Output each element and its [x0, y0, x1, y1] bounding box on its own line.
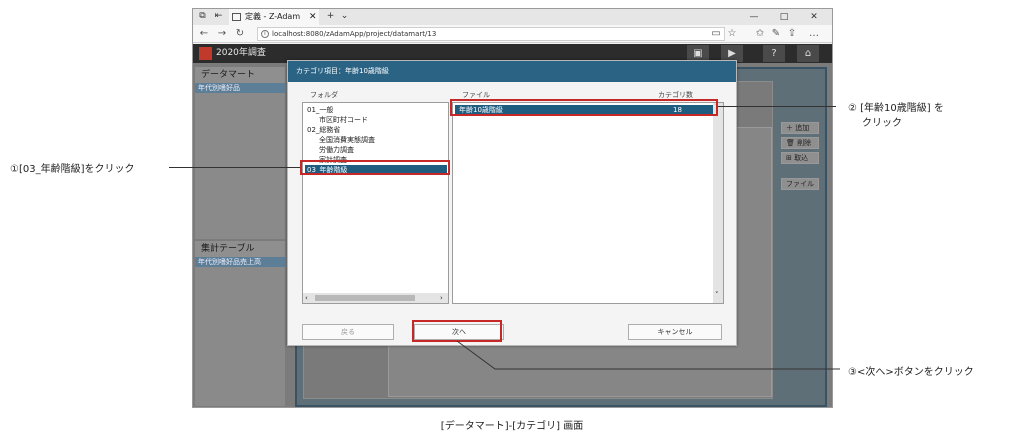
datamart-item[interactable]: 年代別嗜好品: [195, 83, 285, 93]
back-icon[interactable]: ←: [197, 27, 211, 41]
dialog-title: カテゴリ項目：年齢10歳階級: [288, 61, 736, 82]
tab-actions-icon[interactable]: ⧉: [197, 11, 208, 22]
app-title: 2020年調査: [216, 48, 266, 58]
annotation-step1: ①[03_年齢階級]をクリック: [10, 164, 135, 175]
file-vscrollbar[interactable]: ˄ ˅: [713, 103, 723, 303]
annotation-line-1: [169, 167, 300, 168]
datamart-title: データマート: [195, 67, 285, 83]
cancel-button[interactable]: キャンセル: [628, 324, 722, 340]
tab-title: 定義 - Z-Adam: [245, 12, 301, 21]
close-window-icon[interactable]: ✕: [799, 9, 829, 25]
annotation-line-3: [456, 340, 840, 370]
highlight-folder: [300, 160, 450, 175]
folder-item[interactable]: 市区町村コード: [319, 115, 368, 125]
reading-view-icon[interactable]: ▭: [709, 27, 723, 41]
back-button[interactable]: 戻る: [302, 324, 394, 340]
help-icon[interactable]: ?: [763, 45, 785, 62]
title-bar: ⧉ ⇤ 定義 - Z-Adam ✕ + ⌄ — □ ✕: [193, 9, 832, 25]
browser-tab[interactable]: 定義 - Z-Adam ✕: [229, 9, 319, 25]
scroll-left-icon[interactable]: ‹: [305, 293, 308, 303]
aggregate-item[interactable]: 年代別嗜好品売上高: [195, 257, 285, 267]
pen-icon[interactable]: ✎: [769, 27, 783, 41]
folder-item[interactable]: 全国消費実態調査: [319, 135, 375, 145]
annotation-step3: ③<次へ>ボタンをクリック: [848, 367, 974, 378]
chevron-down-icon[interactable]: ⌄: [339, 11, 350, 22]
highlight-next: [412, 320, 502, 342]
annotation-step2-line2: クリック: [862, 118, 902, 129]
share-icon[interactable]: ⇪: [785, 27, 799, 41]
folder-item[interactable]: 労働力調査: [319, 145, 354, 155]
app-logo: [199, 47, 212, 60]
scroll-right-icon[interactable]: ›: [440, 293, 443, 303]
folder-hscrollbar[interactable]: ‹ ›: [303, 293, 448, 303]
set-aside-tabs-icon[interactable]: ⇤: [213, 11, 224, 22]
close-tab-icon[interactable]: ✕: [309, 9, 317, 25]
home-icon[interactable]: ⌂: [797, 45, 819, 62]
add-button[interactable]: ＋ 追加: [781, 122, 819, 134]
aggregate-panel: 集計テーブル 年代別嗜好品売上高: [195, 241, 285, 406]
figure-caption: [データマート]-[カテゴリ] 画面: [440, 421, 584, 432]
folder-label: フォルダ: [310, 91, 338, 99]
url-field[interactable]: i localhost:8080/zAdamApp/project/datama…: [257, 27, 725, 41]
folder-item[interactable]: 02_総務省: [307, 125, 340, 135]
annotation-line-2: [718, 106, 836, 107]
forward-icon[interactable]: →: [215, 27, 229, 41]
import-button[interactable]: ⊞ 取込: [781, 152, 819, 164]
favorite-star-icon[interactable]: ☆: [725, 27, 739, 41]
file-button[interactable]: ファイル: [781, 178, 819, 190]
datamart-panel: データマート 年代別嗜好品: [195, 67, 285, 239]
delete-button[interactable]: 🗑 削除: [781, 137, 819, 149]
folder-tree[interactable]: 01_一般 市区町村コード 02_総務省 全国消費実態調査 労働力調査 家計調査…: [302, 102, 449, 304]
page-icon: [232, 13, 241, 21]
more-icon[interactable]: …: [807, 27, 821, 41]
highlight-file: [450, 99, 718, 116]
file-list[interactable]: 年齢10歳階級 18 ˄ ˅: [452, 102, 724, 304]
address-bar: ← → ↻ i localhost:8080/zAdamApp/project/…: [193, 25, 832, 43]
url-text: localhost:8080/zAdamApp/project/datamart…: [272, 30, 437, 38]
favorites-icon[interactable]: ✩: [753, 27, 767, 41]
scroll-thumb[interactable]: [315, 295, 415, 301]
maximize-icon[interactable]: □: [769, 9, 799, 25]
annotation-step2-line1: ② [年齢10歳階級] を: [848, 103, 944, 114]
new-tab-icon[interactable]: +: [325, 11, 336, 22]
aggregate-title: 集計テーブル: [195, 241, 285, 257]
minimize-icon[interactable]: —: [739, 9, 769, 25]
info-icon[interactable]: i: [261, 30, 269, 38]
refresh-icon[interactable]: ↻: [233, 27, 247, 41]
folder-item[interactable]: 01_一般: [307, 105, 333, 115]
scroll-down-icon[interactable]: ˅: [715, 291, 719, 299]
